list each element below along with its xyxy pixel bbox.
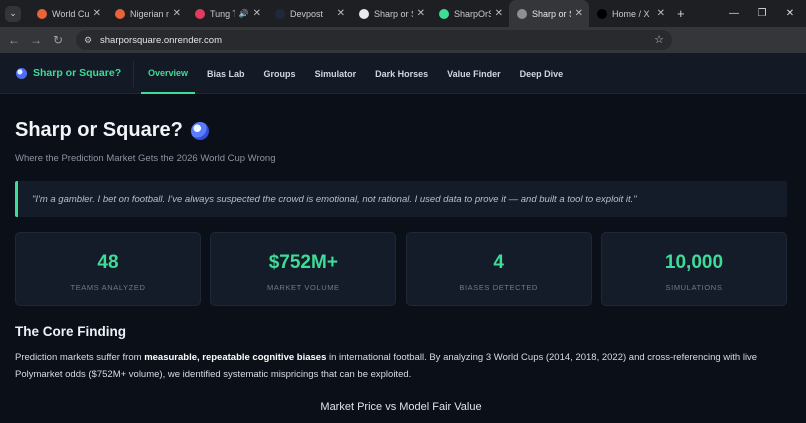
core-text-bold: measurable, repeatable cognitive biases <box>144 352 327 363</box>
flower-icon <box>37 8 47 19</box>
globe-icon <box>190 121 209 140</box>
forward-icon[interactable]: → <box>25 33 47 47</box>
back-icon[interactable]: ← <box>3 33 25 47</box>
core-finding-paragraph: Prediction markets suffer from measurabl… <box>15 349 785 383</box>
core-finding-heading: The Core Finding <box>15 324 126 339</box>
speaker-icon[interactable]: 🔊 <box>239 9 249 18</box>
close-tab-icon[interactable]: ✕ <box>417 8 425 19</box>
x-logo-icon <box>597 8 607 19</box>
browser-tab[interactable]: Sharp or S ✕ <box>351 0 431 27</box>
record-icon <box>195 8 205 19</box>
nav-link-simulator[interactable]: Simulator <box>308 53 364 94</box>
brand-name: Sharp or Square? <box>33 67 122 79</box>
site-navbar: Sharp or Square? Overview Bias Lab Groups S… <box>0 53 806 94</box>
stat-value: 4 <box>493 252 504 273</box>
tab-title: Devpost <box>290 8 324 19</box>
stats-row: 48 TEAMS ANALYZED $752M+ MARKET VOLUME 4 BIAS… <box>15 232 787 306</box>
browser-tab[interactable]: SharpOrSc ✕ <box>431 0 509 27</box>
tab-title: Sharp or S <box>374 8 413 19</box>
bookmark-star-icon[interactable]: ☆ <box>654 33 664 46</box>
stat-value: 10,000 <box>664 252 724 273</box>
render-icon <box>439 8 449 19</box>
quote-block: "I'm a gambler. I bet on football. I've … <box>15 181 787 217</box>
browser-toolbar: ← → ↻ ⚙ sharporsquare.onrender.com ☆ ◆ ▣… <box>0 27 806 74</box>
browser-tab[interactable]: Tung T 🔊 ✕ <box>187 0 267 27</box>
browser-tab[interactable]: Sharp or S ✕ <box>509 0 589 27</box>
tab-title: Sharp or S <box>532 8 571 19</box>
page-title: Sharp or Square? <box>15 119 209 142</box>
tab-title: Nigerian m <box>130 8 169 19</box>
tab-title: SharpOrSc <box>454 8 491 19</box>
tab-title: Home / X <box>612 8 650 19</box>
address-bar[interactable]: ⚙ sharporsquare.onrender.com ☆ <box>76 30 672 50</box>
new-tab-button[interactable]: + <box>677 6 685 21</box>
tab-title: Tung T <box>210 8 235 19</box>
reload-icon[interactable]: ↻ <box>47 33 69 47</box>
chart-title: Market Price vs Model Fair Value <box>320 401 482 413</box>
tab-title: World Cup <box>52 8 89 19</box>
stat-card: 4 BIASES DETECTED <box>405 232 592 306</box>
nav-link-overview[interactable]: Overview <box>141 53 196 94</box>
nav-divider <box>133 61 134 87</box>
nav-link-groups[interactable]: Groups <box>257 53 303 94</box>
stat-label: SIMULATIONS <box>665 283 723 292</box>
flower-icon <box>115 8 125 19</box>
nav-links: Overview Bias Lab Groups Simulator Dark Hors… <box>141 53 575 94</box>
stat-card: 10,000 SIMULATIONS <box>600 232 787 306</box>
nav-link-value-finder[interactable]: Value Finder <box>440 53 508 94</box>
globe-icon <box>517 8 527 19</box>
letter-d-icon <box>275 8 285 19</box>
tab-search-icon[interactable]: ⌄ <box>5 5 21 22</box>
page-title-text: Sharp or Square? <box>15 119 183 141</box>
browser-tab[interactable]: World Cup ✕ <box>29 0 107 27</box>
nav-link-deep-dive[interactable]: Deep Dive <box>513 53 571 94</box>
browser-tab-bar: ⌄ World Cup✕Nigerian m✕Tung T🔊✕Devpost✕S… <box>0 0 806 27</box>
stat-label: TEAMS ANALYZED <box>70 283 146 292</box>
browser-tab[interactable]: Home / X ✕ <box>589 0 671 27</box>
stat-card: $752M+ MARKET VOLUME <box>210 232 397 306</box>
close-tab-icon[interactable]: ✕ <box>575 8 583 19</box>
close-window-icon[interactable]: ✕ <box>774 0 806 27</box>
stat-label: MARKET VOLUME <box>266 283 340 292</box>
browser-tab[interactable]: Nigerian m ✕ <box>107 0 187 27</box>
stat-value: $752M+ <box>268 252 338 273</box>
soccer-ball-icon <box>16 67 27 79</box>
close-tab-icon[interactable]: ✕ <box>337 8 345 19</box>
url-text: sharporsquare.onrender.com <box>100 34 222 46</box>
stat-card: 48 TEAMS ANALYZED <box>15 232 201 306</box>
stat-value: 48 <box>97 252 119 273</box>
browser-tab[interactable]: Devpost ✕ <box>267 0 351 27</box>
page-subtitle: Where the Prediction Market Gets the 202… <box>15 153 276 164</box>
clock-icon <box>359 8 369 19</box>
close-tab-icon[interactable]: ✕ <box>495 8 503 19</box>
site-info-icon[interactable]: ⚙ <box>81 33 95 47</box>
core-text-1: Prediction markets suffer from <box>15 352 145 363</box>
close-tab-icon[interactable]: ✕ <box>93 8 101 19</box>
close-tab-icon[interactable]: ✕ <box>253 8 261 19</box>
close-tab-icon[interactable]: ✕ <box>657 8 665 19</box>
nav-link-bias-lab[interactable]: Bias Lab <box>200 53 252 94</box>
nav-link-dark-horses[interactable]: Dark Horses <box>368 53 435 94</box>
close-tab-icon[interactable]: ✕ <box>173 8 181 19</box>
site-page: Sharp or Square? Overview Bias Lab Groups S… <box>0 53 806 423</box>
brand-logo[interactable]: Sharp or Square? <box>16 67 121 79</box>
stat-label: BIASES DETECTED <box>459 283 538 292</box>
